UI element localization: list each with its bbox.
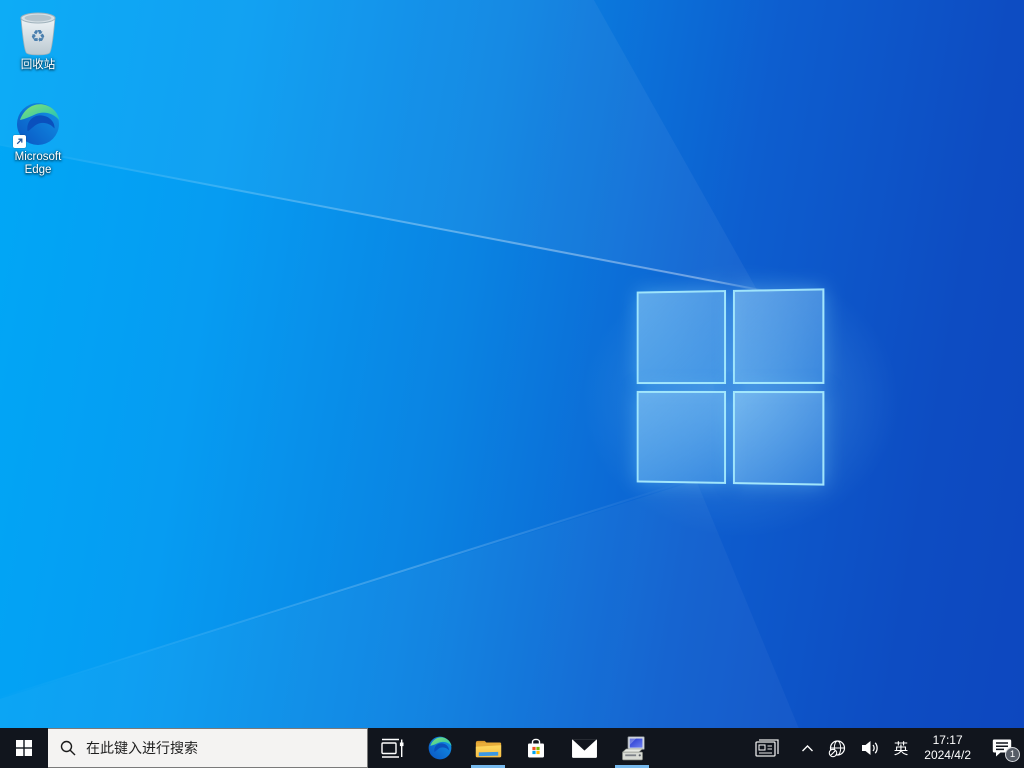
installer-computer-icon bbox=[621, 735, 645, 760]
action-center-button[interactable]: 1 bbox=[980, 728, 1024, 768]
recycle-bin-label: 回收站 bbox=[20, 59, 56, 71]
windows-logo-icon bbox=[16, 740, 32, 756]
edge-taskbar-button[interactable] bbox=[416, 728, 464, 768]
wallpaper-windows-logo bbox=[636, 288, 825, 486]
speaker-icon bbox=[861, 741, 878, 755]
store-button[interactable] bbox=[512, 728, 560, 768]
taskbar-search-box[interactable] bbox=[48, 728, 368, 768]
windows-logo-pane bbox=[636, 290, 726, 384]
windows-logo-pane bbox=[636, 390, 726, 484]
mail-icon bbox=[571, 738, 597, 758]
file-explorer-icon bbox=[475, 740, 501, 758]
hidden-icons-button[interactable] bbox=[794, 728, 821, 768]
chevron-up-icon bbox=[801, 744, 813, 751]
clock-time: 17:17 bbox=[932, 733, 963, 747]
edge-icon bbox=[5, 100, 71, 148]
task-view-icon bbox=[381, 738, 404, 758]
search-icon bbox=[60, 740, 76, 756]
clock-date: 2024/4/2 bbox=[924, 748, 971, 762]
file-explorer-button[interactable] bbox=[464, 728, 512, 768]
start-button[interactable] bbox=[0, 728, 48, 768]
windows-logo-pane bbox=[732, 288, 825, 384]
system-tray: 英 17:17 2024/4/2 1 bbox=[740, 728, 1024, 768]
network-button[interactable] bbox=[821, 728, 854, 768]
task-view-button[interactable] bbox=[368, 728, 416, 768]
taskbar: 英 17:17 2024/4/2 1 bbox=[0, 728, 1024, 768]
globe-offline-icon bbox=[828, 739, 845, 757]
desktop-icon-recycle-bin[interactable]: ♻ 回收站 bbox=[5, 8, 71, 72]
desktop[interactable]: ♻ 回收站 Microsoft Edge bbox=[0, 0, 1024, 728]
edge-icon bbox=[428, 736, 452, 760]
mail-button[interactable] bbox=[560, 728, 608, 768]
store-icon bbox=[528, 738, 544, 757]
news-and-interests-button[interactable] bbox=[740, 728, 794, 768]
recycle-bin-icon: ♻ bbox=[5, 8, 71, 56]
edge-label: Microsoft Edge bbox=[5, 151, 71, 177]
installer-button[interactable] bbox=[608, 728, 656, 768]
edge-label-line2: Edge bbox=[24, 164, 52, 176]
ime-indicator[interactable]: 英 bbox=[887, 728, 916, 768]
edge-label-line1: Microsoft bbox=[14, 151, 62, 163]
svg-text:♻: ♻ bbox=[30, 27, 45, 47]
notification-badge: 1 bbox=[1005, 747, 1020, 762]
windows-logo-pane bbox=[732, 390, 825, 486]
news-icon bbox=[755, 739, 779, 757]
volume-button[interactable] bbox=[854, 728, 887, 768]
shortcut-arrow-icon bbox=[13, 135, 26, 148]
desktop-icon-microsoft-edge[interactable]: Microsoft Edge bbox=[5, 100, 71, 177]
search-input[interactable] bbox=[86, 740, 355, 756]
taskbar-clock[interactable]: 17:17 2024/4/2 bbox=[915, 728, 980, 768]
